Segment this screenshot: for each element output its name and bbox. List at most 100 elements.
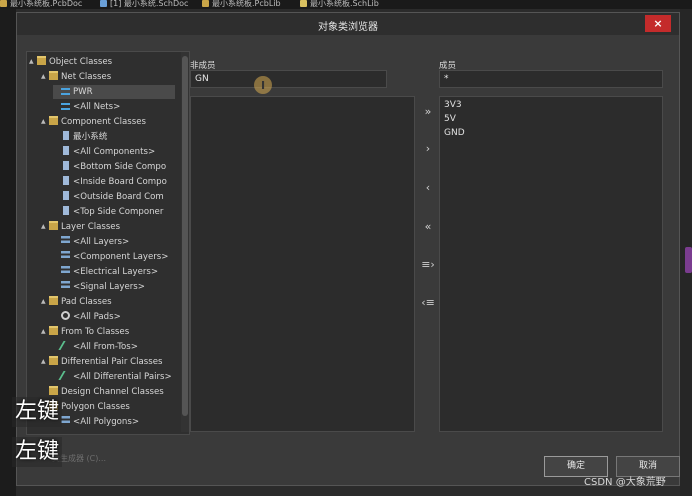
tree-node-label: From To Classes (61, 327, 130, 337)
tree-node[interactable]: <Component Layers> (53, 250, 168, 264)
tree-node-label: PWR (73, 87, 93, 97)
tree-node-label: Differential Pair Classes (61, 357, 163, 367)
tree-node[interactable]: <All From-Tos> (53, 340, 138, 354)
side-marker (685, 247, 692, 273)
layer-icon (61, 266, 70, 275)
member-item[interactable]: GND (444, 126, 465, 140)
folder-icon (49, 356, 58, 365)
tree-scrollbar-thumb[interactable] (182, 56, 188, 416)
doc-tab-schlib[interactable]: 最小系统板.SchLib (300, 0, 379, 9)
tree-node-label: <Inside Board Compo (73, 177, 167, 187)
remove-selected-button[interactable]: ‹≡ (419, 291, 437, 315)
tree-node[interactable]: ▲ Object Classes (29, 55, 112, 69)
component-icon (63, 206, 69, 215)
close-button[interactable]: × (645, 15, 671, 32)
expand-arrow-icon[interactable]: ▲ (41, 355, 49, 369)
tree-node-label: <All Polygons> (73, 417, 140, 427)
component-icon (63, 176, 69, 185)
add-all-button[interactable]: » (419, 100, 437, 124)
remove-button[interactable]: ‹ (419, 176, 437, 200)
tree-node[interactable]: PWR (53, 85, 175, 99)
non-members-filter-input[interactable]: GN (190, 70, 387, 88)
tree-node-label: <Outside Board Com (73, 192, 164, 202)
list-right-icon: ≡› (421, 258, 435, 271)
tree-node-label: <Electrical Layers> (73, 267, 159, 277)
tree-node[interactable]: <All Layers> (53, 235, 129, 249)
tree-node[interactable]: <All Differential Pairs> (53, 370, 172, 384)
class-tree[interactable]: ▲ Object Classes ▲ Net Classes PWR <All Nets>… (26, 51, 190, 435)
tree-node-label: <Signal Layers> (73, 282, 145, 292)
document-tab-strip: 最小系统板.PcbDoc [1] 最小系统.SchDoc 最小系统板.PcbLi… (0, 0, 692, 9)
folder-icon (49, 221, 58, 230)
pcb-lib-icon (202, 0, 209, 7)
folder-icon (49, 116, 58, 125)
tree-node[interactable]: 最小系统 (53, 130, 107, 144)
expand-arrow-icon[interactable]: ▲ (41, 295, 49, 309)
text-cursor-icon: I (261, 79, 266, 92)
tree-node-label: <All Differential Pairs> (73, 372, 172, 382)
sch-doc-icon (100, 0, 107, 7)
tree-node[interactable]: <Bottom Side Compo (53, 160, 166, 174)
object-class-browser-dialog: 对象类浏览器 × ▲ Object Classes ▲ Net Classes PWR <… (16, 12, 680, 486)
double-right-arrow-icon: » (424, 105, 432, 118)
folder-icon (49, 326, 58, 335)
members-filter-input[interactable]: * (439, 70, 663, 88)
tree-node[interactable]: ▲ Component Classes (41, 115, 146, 129)
remove-all-button[interactable]: « (419, 215, 437, 239)
tree-node-label: Net Classes (61, 72, 112, 82)
layer-icon (61, 251, 70, 260)
expand-arrow-icon[interactable]: ▲ (41, 115, 49, 129)
expand-arrow-icon[interactable]: ▲ (41, 220, 49, 234)
tree-node[interactable]: <Electrical Layers> (53, 265, 158, 279)
folder-icon (49, 71, 58, 80)
tree-node[interactable]: <All Polygons> (53, 415, 139, 429)
tree-node[interactable]: ▲ Differential Pair Classes (41, 355, 163, 369)
expand-arrow-icon[interactable]: ▲ (29, 55, 37, 69)
tree-node[interactable]: ▲ Net Classes (41, 70, 111, 84)
net-icon (61, 103, 70, 110)
expand-arrow-icon[interactable]: ▲ (41, 325, 49, 339)
tree-node[interactable]: ▲ From To Classes (41, 325, 129, 339)
tree-node-label: <All Pads> (73, 312, 121, 322)
tree-node-label: <Top Side Componer (73, 207, 164, 217)
dialog-titlebar[interactable]: 对象类浏览器 × (17, 13, 679, 35)
doc-tab-pcbdoc[interactable]: 最小系统板.PcbDoc (0, 0, 82, 9)
tree-node-label: Design Channel Classes (61, 387, 164, 397)
doc-tab-pcblib[interactable]: 最小系统板.PcbLib (202, 0, 281, 9)
folder-icon (49, 296, 58, 305)
tree-node[interactable]: <Inside Board Compo (53, 175, 167, 189)
tree-node[interactable]: <All Components> (53, 145, 155, 159)
tree-node[interactable]: <Outside Board Com (53, 190, 164, 204)
close-icon: × (653, 17, 663, 30)
tree-node-label: <All Layers> (73, 237, 130, 247)
layer-icon (61, 236, 70, 245)
member-item[interactable]: 5V (444, 112, 456, 126)
non-members-list[interactable] (190, 96, 415, 432)
background-right-panel (680, 9, 692, 496)
tree-node[interactable]: ▲ Layer Classes (41, 220, 120, 234)
tree-node-label: <All Components> (73, 147, 156, 157)
tree-node[interactable]: <Top Side Componer (53, 205, 163, 219)
layer-icon (61, 281, 70, 290)
tree-node-label: <Component Layers> (73, 252, 169, 262)
double-left-arrow-icon: « (424, 220, 432, 233)
members-list[interactable]: 3V3 5V GND (439, 96, 663, 432)
tree-node[interactable]: <All Nets> (53, 100, 120, 114)
tree-scrollbar[interactable] (181, 52, 189, 432)
add-selected-button[interactable]: ≡› (419, 253, 437, 277)
tree-node-label: Layer Classes (61, 222, 121, 232)
tree-node-label: <All Nets> (73, 102, 121, 112)
member-item[interactable]: 3V3 (444, 98, 462, 112)
list-left-icon: ‹≡ (421, 296, 435, 309)
component-icon (63, 191, 69, 200)
net-icon (61, 88, 70, 95)
right-arrow-icon: › (425, 142, 431, 155)
component-icon (63, 146, 69, 155)
expand-arrow-icon[interactable]: ▲ (41, 70, 49, 84)
add-button[interactable]: › (419, 137, 437, 161)
tree-node[interactable]: <Signal Layers> (53, 280, 145, 294)
tree-node[interactable]: ▲ Pad Classes (41, 295, 112, 309)
tree-node[interactable]: <All Pads> (53, 310, 121, 324)
doc-tab-schdoc[interactable]: [1] 最小系统.SchDoc (100, 0, 188, 9)
tree-node-label: <All From-Tos> (73, 342, 138, 352)
